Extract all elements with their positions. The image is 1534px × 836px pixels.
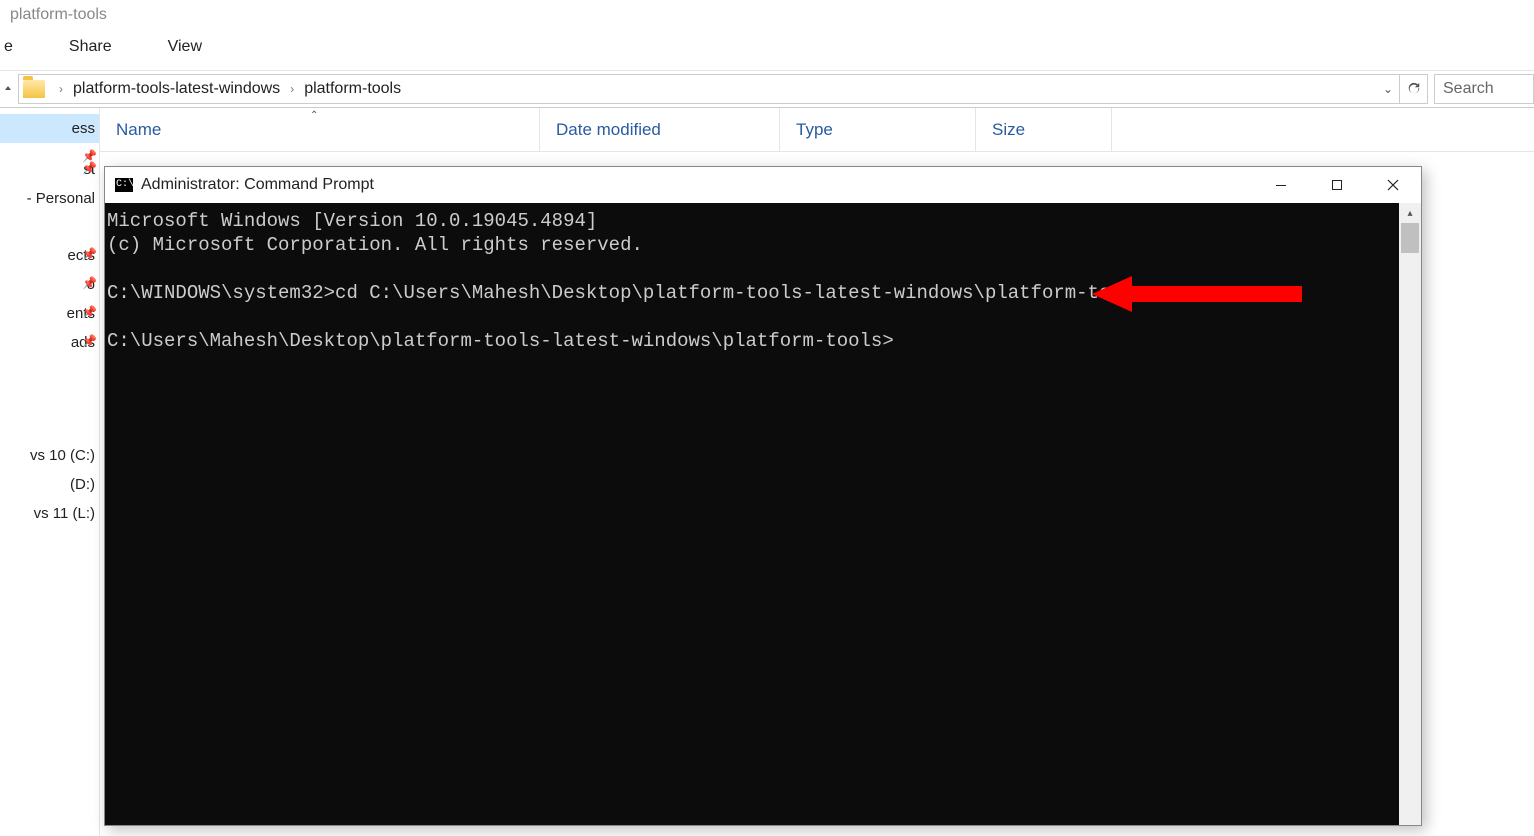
breadcrumb-segment[interactable]: platform-tools-latest-windows xyxy=(69,80,284,98)
minimize-button[interactable] xyxy=(1253,167,1309,203)
folder-icon xyxy=(23,80,45,98)
ribbon-tab-share[interactable]: Share xyxy=(65,34,116,60)
pin-icon: 📌 xyxy=(82,161,97,175)
sidebar-item[interactable]: vs 10 (C:) xyxy=(0,441,99,470)
sidebar-item[interactable]: 📌 xyxy=(0,143,99,155)
column-header-name[interactable]: Name ⌃ xyxy=(100,108,540,151)
close-button[interactable] xyxy=(1365,167,1421,203)
sidebar-item[interactable]: ents📌 xyxy=(0,299,99,328)
sidebar-item[interactable]: ects📌 xyxy=(0,241,99,270)
scroll-up-button[interactable]: ▴ xyxy=(1399,203,1421,223)
explorer-window-title: platform-tools xyxy=(0,0,1534,30)
chevron-right-icon: › xyxy=(284,82,300,96)
cmd-line: C:\WINDOWS\system32>cd C:\Users\Mahesh\D… xyxy=(107,282,1145,304)
maximize-button[interactable] xyxy=(1309,167,1365,203)
pin-icon: 📌 xyxy=(82,247,97,261)
address-bar-row: › platform-tools-latest-windows › platfo… xyxy=(0,70,1534,108)
chevron-down-icon[interactable]: ⌄ xyxy=(1383,82,1393,96)
explorer-sidebar: ess 📌 st📌 - Personal ects📌 o📌 ents📌 ads📌… xyxy=(0,108,100,836)
address-bar[interactable]: › platform-tools-latest-windows › platfo… xyxy=(18,74,1400,104)
sidebar-item[interactable]: ess xyxy=(0,114,99,143)
cmd-terminal[interactable]: Microsoft Windows [Version 10.0.19045.48… xyxy=(105,203,1399,825)
sidebar-item[interactable]: vs 11 (L:) xyxy=(0,499,99,528)
ribbon-tab-view[interactable]: View xyxy=(164,34,206,60)
cmd-line: Microsoft Windows [Version 10.0.19045.48… xyxy=(107,210,597,232)
column-header-type[interactable]: Type xyxy=(780,108,976,151)
ribbon-tabs: e Share View xyxy=(0,30,1534,70)
sidebar-item[interactable]: o📌 xyxy=(0,270,99,299)
pin-icon: 📌 xyxy=(82,276,97,290)
sidebar-item[interactable]: (D:) xyxy=(0,470,99,499)
sidebar-item[interactable]: - Personal xyxy=(0,184,99,213)
command-prompt-window: Administrator: Command Prompt Microsoft … xyxy=(104,166,1422,826)
pin-icon: 📌 xyxy=(82,334,97,348)
scroll-thumb[interactable] xyxy=(1401,223,1419,253)
sidebar-item[interactable]: ads📌 xyxy=(0,328,99,357)
nav-up-button[interactable] xyxy=(0,71,15,107)
pin-icon: 📌 xyxy=(82,305,97,319)
column-header-size[interactable]: Size xyxy=(976,108,1112,151)
sort-caret-icon: ⌃ xyxy=(310,110,318,121)
search-input[interactable]: Search xyxy=(1434,74,1534,104)
refresh-button[interactable] xyxy=(1400,74,1428,104)
column-header-date[interactable]: Date modified xyxy=(540,108,780,151)
cmd-line: C:\Users\Mahesh\Desktop\platform-tools-l… xyxy=(107,330,894,352)
cmd-titlebar[interactable]: Administrator: Command Prompt xyxy=(105,167,1421,203)
sidebar-item[interactable]: st📌 xyxy=(0,155,99,184)
cmd-icon xyxy=(115,178,133,192)
breadcrumb-segment[interactable]: platform-tools xyxy=(300,80,405,98)
column-headers: Name ⌃ Date modified Type Size xyxy=(100,108,1534,152)
ribbon-tab-home[interactable]: e xyxy=(0,34,17,60)
cmd-line: (c) Microsoft Corporation. All rights re… xyxy=(107,234,643,256)
cmd-scrollbar[interactable]: ▴ xyxy=(1399,203,1421,825)
cmd-title-text: Administrator: Command Prompt xyxy=(141,176,1253,194)
chevron-right-icon: › xyxy=(53,82,69,96)
